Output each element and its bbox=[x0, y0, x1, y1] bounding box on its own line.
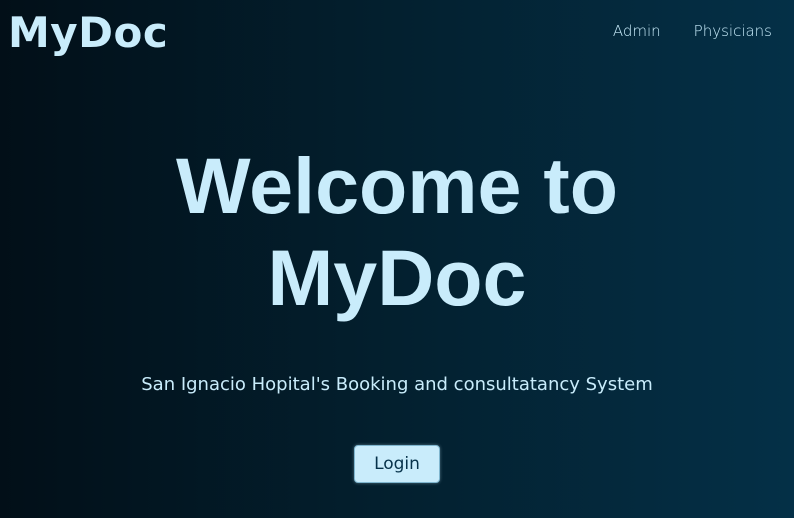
hero-title-line-1: Welcome to bbox=[176, 141, 618, 230]
nav-links: Admin Physicians bbox=[613, 21, 772, 41]
logo[interactable]: MyDoc bbox=[8, 8, 168, 58]
hero-title: Welcome to MyDoc bbox=[0, 140, 794, 324]
login-button[interactable]: Login bbox=[354, 445, 440, 483]
hero-subtitle: San Ignacio Hopital's Booking and consul… bbox=[141, 374, 653, 395]
nav-link-admin[interactable]: Admin bbox=[613, 21, 661, 41]
nav-link-physicians[interactable]: Physicians bbox=[694, 21, 772, 41]
navbar: MyDoc Admin Physicians bbox=[0, 0, 794, 66]
hero-title-line-2: MyDoc bbox=[267, 233, 527, 322]
